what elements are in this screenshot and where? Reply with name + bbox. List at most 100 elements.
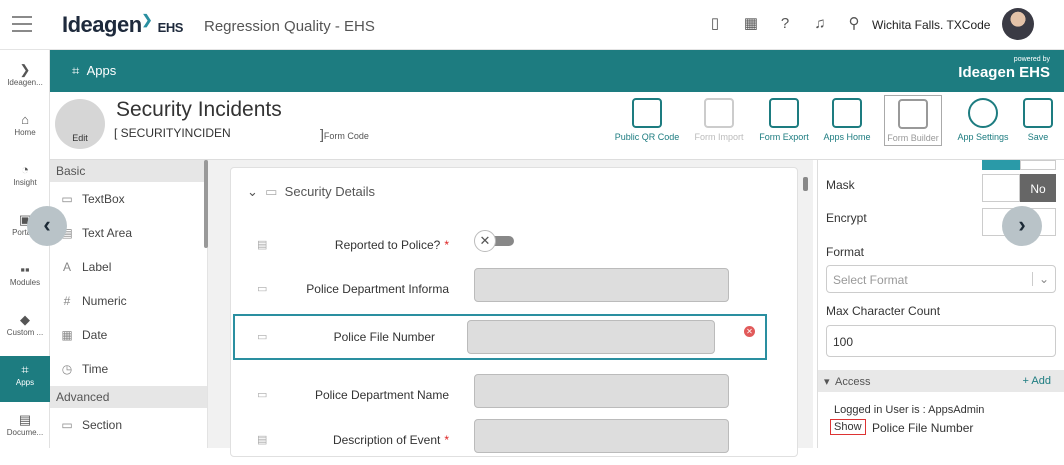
palette-item-textarea[interactable]: ▤ Text Area	[50, 216, 207, 250]
palette-item-textbox[interactable]: ▭ TextBox	[50, 182, 207, 216]
show-permission-badge[interactable]: Show	[830, 419, 866, 435]
user-avatar[interactable]	[1002, 8, 1034, 40]
ideagen-icon: ❯	[19, 62, 31, 77]
mask-yes-button[interactable]	[982, 174, 1020, 202]
logged-in-user-text: Logged in User is : AppsAdmin	[834, 404, 985, 416]
mask-no-button[interactable]: No	[1020, 174, 1056, 202]
palette-item-numeric[interactable]: # Numeric	[50, 284, 207, 318]
app-title: Regression Quality - EHS	[204, 18, 375, 35]
nav-item-documents[interactable]: ▤ Docume...	[0, 406, 50, 452]
canvas-scrollbar[interactable]	[803, 177, 808, 191]
numeric-icon: #	[63, 294, 71, 308]
custom-icon: ◆	[20, 312, 30, 327]
nav-item-apps[interactable]: ⌗ Apps	[0, 356, 50, 402]
access-section-header[interactable]: ▾ Access + Add	[818, 370, 1064, 392]
police-department-name-input[interactable]	[474, 374, 729, 408]
nav-item-insight[interactable]: ◔ Insight	[0, 156, 50, 202]
home-icon: ⌂	[21, 112, 29, 127]
delete-field-icon[interactable]: ✕	[744, 326, 755, 337]
powered-by: powered by Ideagen EHS	[958, 56, 1050, 81]
location-label[interactable]: Wichita Falls. TXCode	[872, 18, 990, 32]
help-icon[interactable]: ?	[776, 15, 794, 33]
palette-item-time[interactable]: ◷ Time	[50, 352, 207, 386]
location-icon[interactable]: ⚲	[845, 15, 863, 33]
calendar-icon[interactable]: ▦	[742, 15, 760, 33]
field-label: Police Department Name	[314, 388, 449, 402]
form-export-icon	[769, 98, 799, 128]
textbox-icon: ▭	[257, 389, 268, 401]
brand-logo[interactable]: Ideagen❯ EHS	[62, 12, 183, 38]
nav-item-custom[interactable]: ◆ Custom ...	[0, 306, 50, 352]
field-row-reported-to-police[interactable]: ▤ Reported to Police? * ✕	[241, 224, 775, 270]
bell-icon[interactable]: ♫	[811, 15, 829, 33]
label-icon: A	[62, 260, 71, 274]
form-import-button: Form Import	[690, 98, 748, 142]
form-title: Security Incidents	[116, 98, 282, 121]
field-row-police-department-name[interactable]: ▭ Police Department Name	[241, 374, 775, 420]
field-row-police-file-number[interactable]: ▭ Police File Number ✕	[233, 314, 767, 360]
field-label: Description of Event *	[332, 433, 449, 447]
save-icon	[1023, 98, 1053, 128]
encrypt-label: Encrypt	[826, 211, 867, 225]
apps-grid-icon: ⌗	[72, 63, 80, 78]
chevron-right-icon[interactable]: ›	[1002, 206, 1042, 246]
chevron-left-icon[interactable]: ‹	[27, 206, 67, 246]
mask-label: Mask	[826, 178, 855, 192]
show-field-name: Police File Number	[872, 421, 974, 435]
palette-item-date[interactable]: ▦ Date	[50, 318, 207, 352]
save-button[interactable]: Save	[1020, 98, 1056, 142]
edit-form-image-button[interactable]: Edit	[55, 99, 105, 149]
top-bar: Ideagen❯ EHS Regression Quality - EHS ▯ …	[0, 0, 1064, 50]
apps-home-icon	[832, 98, 862, 128]
field-type-icon: ▤	[257, 239, 268, 251]
field-label: Police File Number	[333, 330, 435, 344]
apps-breadcrumb[interactable]: ⌗ Apps	[72, 63, 116, 79]
hamburger-menu-icon[interactable]	[12, 16, 32, 32]
document-icon: ▤	[18, 412, 32, 427]
format-label: Format	[826, 245, 865, 259]
police-department-information-input[interactable]	[474, 268, 729, 302]
form-import-icon	[704, 98, 734, 128]
section-header[interactable]: ⌄ ▭ Security Details	[247, 184, 375, 200]
app-bar: ⌗ Apps powered by Ideagen EHS	[50, 50, 1064, 92]
date-icon: ▦	[61, 328, 73, 342]
field-row-description-of-event[interactable]: ▤ Description of Event *	[241, 419, 775, 465]
caret-down-icon: ▾	[824, 376, 830, 388]
form-code-value[interactable]: [ SECURITYINCIDEN	[114, 126, 231, 140]
toggle-selected-segment[interactable]	[982, 160, 1020, 170]
field-label: Police Department Informa	[306, 282, 449, 296]
toggle-unselected-segment[interactable]	[1020, 160, 1056, 170]
police-file-number-input[interactable]	[467, 320, 715, 354]
field-row-police-department-information[interactable]: ▭ Police Department Informa	[241, 268, 775, 314]
textbox-icon: ▭	[257, 331, 268, 343]
section-icon: ▭	[265, 184, 278, 199]
apps-home-button[interactable]: Apps Home	[820, 98, 874, 142]
nav-item-modules[interactable]: ▪▪ Modules	[0, 256, 50, 302]
settings-icon	[968, 98, 998, 128]
reported-to-police-toggle[interactable]: ✕	[474, 230, 526, 252]
access-add-button[interactable]: + Add	[1023, 375, 1051, 387]
form-code-label: ]Form Code	[320, 126, 369, 142]
chevron-down-icon: ⌄	[1031, 272, 1049, 286]
close-icon: ✕	[474, 230, 496, 252]
textarea-icon: ▤	[257, 434, 268, 446]
max-character-count-label: Max Character Count	[826, 304, 941, 318]
format-select[interactable]: Select Format ⌄	[826, 265, 1056, 293]
form-builder-button[interactable]: Form Builder	[884, 95, 942, 146]
control-palette: Basic ▭ TextBox ▤ Text Area A Label # Numeri…	[50, 160, 208, 448]
mobile-icon[interactable]: ▯	[706, 15, 724, 33]
time-icon: ◷	[61, 362, 73, 376]
max-character-count-input[interactable]: 100	[826, 325, 1056, 357]
palette-group-advanced: Advanced	[50, 386, 207, 408]
palette-item-section[interactable]: ▭ Section	[50, 408, 207, 442]
public-qr-code-button[interactable]: Public QR Code	[614, 98, 680, 142]
form-builder-icon	[898, 99, 928, 129]
insight-icon: ◔	[21, 162, 29, 177]
palette-group-basic: Basic	[50, 160, 207, 182]
form-export-button[interactable]: Form Export	[756, 98, 812, 142]
required-marker: *	[444, 433, 449, 447]
palette-item-label[interactable]: A Label	[50, 250, 207, 284]
nav-item-ideagen[interactable]: ❯ Ideagen...	[0, 56, 50, 102]
nav-item-home[interactable]: ⌂ Home	[0, 106, 50, 152]
app-settings-button[interactable]: App Settings	[952, 98, 1014, 142]
